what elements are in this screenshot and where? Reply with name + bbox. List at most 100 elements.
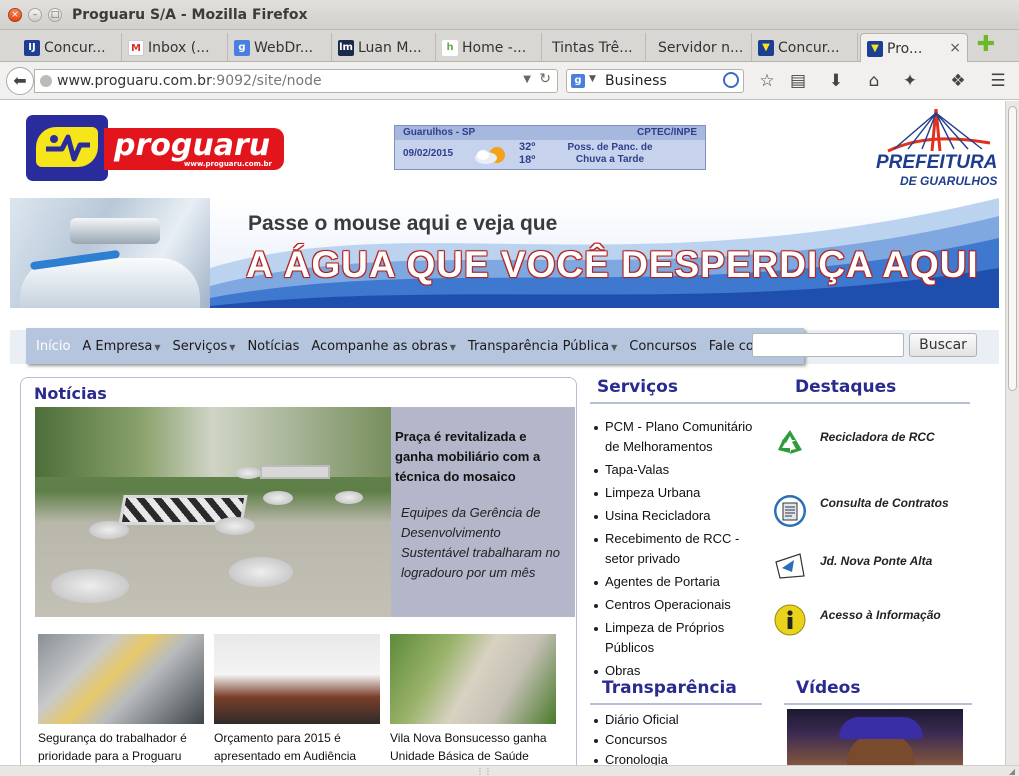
transparency-link-concursos[interactable]: Concursos	[590, 730, 770, 750]
magnifier-icon[interactable]	[723, 72, 739, 88]
news-item-seguranca[interactable]: Segurança do trabalhador é prioridade pa…	[38, 634, 206, 765]
history-dropdown-icon[interactable]: ▼	[523, 74, 531, 85]
tab-luan[interactable]: lm Luan M...	[332, 33, 436, 62]
featured-news-image[interactable]	[35, 407, 391, 617]
featured-news-headline[interactable]: Praça é revitalizada e ganha mobiliário …	[395, 427, 567, 487]
tab-servidor[interactable]: Servidor n...	[646, 33, 752, 62]
highlight-contratos[interactable]: Consulta de Contratos	[770, 492, 970, 532]
menu-item-transparencia[interactable]: Transparência Pública ▼	[462, 339, 623, 354]
news-thumb-image[interactable]	[390, 634, 556, 724]
featured-news[interactable]: Praça é revitalizada e ganha mobiliário …	[35, 407, 575, 617]
window-maximize-button[interactable]: □	[48, 8, 62, 22]
menu-item-label: Notícias	[247, 338, 300, 354]
vertical-scrollbar-thumb[interactable]	[1008, 106, 1017, 391]
tab-home[interactable]: h Home -...	[436, 33, 542, 62]
tab-inbox[interactable]: M Inbox (...	[122, 33, 228, 62]
menu-item-obras[interactable]: Acompanhe as obras ▼	[305, 339, 462, 354]
highlight-ponte-alta[interactable]: Jd. Nova Ponte Alta	[770, 547, 970, 587]
addon-icon[interactable]: ✦	[900, 72, 920, 90]
tab-webdr[interactable]: g WebDr...	[228, 33, 332, 62]
reading-list-icon[interactable]: ▤	[788, 72, 808, 90]
menu-item-a-empresa[interactable]: A Empresa ▼	[76, 339, 166, 354]
services-list: PCM - Plano Comunitário de Melhoramentos…	[590, 417, 770, 684]
tab-concur-2[interactable]: ▼ Concur...	[752, 33, 858, 62]
weather-header: Guarulhos - SP CPTEC/INPE	[395, 126, 705, 140]
home-icon[interactable]: ⌂	[864, 72, 884, 90]
water-campaign-banner[interactable]: Passe o mouse aqui e veja que A ÁGUA QUE…	[10, 198, 999, 308]
horizontal-scrollbar[interactable]: ⋮⋮ ◢	[0, 765, 1019, 776]
tab-proguaru[interactable]: ▼ Pro... ×	[860, 33, 968, 62]
menu-item-label: A Empresa	[82, 338, 153, 354]
url-bar[interactable]: www.proguaru.com.br:9092/site/node ▼ ↻	[34, 69, 558, 93]
tab-label: Inbox (...	[148, 40, 210, 56]
service-link-limpeza-urbana[interactable]: Limpeza Urbana	[590, 483, 770, 503]
search-engine-dropdown-icon[interactable]: ▼	[589, 74, 596, 84]
back-button[interactable]: ⬅	[6, 67, 34, 95]
menu-item-noticias[interactable]: Notícias	[241, 339, 305, 354]
sync-icon[interactable]: ❖	[948, 72, 968, 90]
search-bar[interactable]: g ▼ Business	[566, 69, 744, 93]
videos-title: Vídeos	[796, 678, 861, 698]
menu-icon[interactable]: ☰	[988, 72, 1008, 90]
menu-item-concursos[interactable]: Concursos	[623, 339, 703, 354]
service-link-rcc[interactable]: Recebimento de RCC - setor privado	[590, 529, 770, 569]
menu-item-servicos[interactable]: Serviços ▼	[167, 339, 242, 354]
info-icon	[774, 604, 806, 636]
service-link-centros[interactable]: Centros Operacionais	[590, 595, 770, 615]
globe-icon	[40, 75, 52, 87]
logo-url: www.proguaru.com.br	[183, 160, 272, 168]
tab-label: Concur...	[44, 40, 106, 56]
weather-temps: 32º 18º	[519, 141, 535, 167]
video-thumbnail[interactable]	[787, 709, 963, 765]
new-tab-button[interactable]: ✚	[976, 34, 996, 56]
scroll-grip-icon[interactable]: ⋮⋮	[476, 767, 492, 776]
featured-news-summary: Equipes da Gerência de Desenvolvimento S…	[401, 505, 560, 580]
window-close-button[interactable]: ×	[8, 8, 22, 22]
vertical-scrollbar[interactable]	[1005, 101, 1019, 765]
menu-item-label: Início	[36, 338, 71, 354]
news-item-orcamento[interactable]: Orçamento para 2015 é apresentado em Aud…	[214, 634, 382, 765]
highlight-recicladora[interactable]: Recicladora de RCC	[770, 423, 970, 463]
site-search-input[interactable]	[752, 333, 904, 357]
menu-item-inicio[interactable]: Início	[26, 339, 76, 354]
service-link-tapa-valas[interactable]: Tapa-Valas	[590, 460, 770, 480]
news-item-vila-nova[interactable]: Vila Nova Bonsucesso ganha Unidade Básic…	[390, 634, 558, 765]
service-link-pcm[interactable]: PCM - Plano Comunitário de Melhoramentos	[590, 417, 770, 457]
news-title: Notícias	[34, 384, 107, 403]
hr-favicon-icon: h	[442, 40, 458, 56]
services-rule	[590, 402, 970, 404]
transparency-link-diario[interactable]: Diário Oficial	[590, 710, 770, 730]
news-thumb-image[interactable]	[214, 634, 380, 724]
navigation-toolbar: ⬅ www.proguaru.com.br:9092/site/node ▼ ↻…	[0, 62, 1019, 100]
service-link-limpeza-proprios[interactable]: Limpeza de Próprios Públicos	[590, 618, 770, 658]
tab-concur-1[interactable]: IJ Concur...	[18, 33, 122, 62]
news-thumb-image[interactable]	[38, 634, 204, 724]
featured-image-stool	[51, 569, 129, 603]
services-section: Serviços PCM - Plano Comunitário de Melh…	[590, 377, 970, 678]
banner-line2: A ÁGUA QUE VOCÊ DESPERDIÇA AQUI	[246, 244, 979, 285]
service-link-usina[interactable]: Usina Recicladora	[590, 506, 770, 526]
highlight-acesso-informacao[interactable]: Acesso à Informação	[770, 601, 970, 641]
banner-faucet	[70, 218, 160, 244]
news-thumb-caption[interactable]: Orçamento para 2015 é apresentado em Aud…	[214, 729, 382, 765]
resize-grip-icon[interactable]: ◢	[1009, 767, 1015, 776]
news-thumb-caption[interactable]: Segurança do trabalhador é prioridade pa…	[38, 729, 206, 765]
download-icon[interactable]: ⬇	[826, 72, 846, 90]
proguaru-logo[interactable]: proguaru www.proguaru.com.br	[26, 115, 284, 181]
banner-line1: Passe o mouse aqui e veja que	[248, 212, 558, 235]
menu-item-label: Acompanhe as obras	[311, 338, 448, 354]
prefeitura-logo[interactable]: PREFEITURA DE GUARULHOS	[862, 109, 1002, 189]
tab-tintas[interactable]: Tintas Trê...	[542, 33, 646, 62]
menu-item-label: Transparência Pública	[467, 338, 610, 354]
reload-icon[interactable]: ↻	[539, 71, 551, 87]
service-link-agentes[interactable]: Agentes de Portaria	[590, 572, 770, 592]
tab-label: Luan M...	[358, 40, 422, 56]
news-thumb-caption[interactable]: Vila Nova Bonsucesso ganha Unidade Básic…	[390, 729, 558, 765]
window-minimize-button[interactable]: –	[28, 8, 42, 22]
star-icon[interactable]: ☆	[757, 72, 777, 90]
transparency-link-cronologia[interactable]: Cronologia	[590, 750, 770, 765]
tab-close-icon[interactable]: ×	[949, 40, 961, 56]
search-engine-icon[interactable]: g	[571, 74, 585, 88]
site-search-button[interactable]: Buscar	[909, 333, 977, 357]
featured-image-table-back	[260, 465, 330, 479]
